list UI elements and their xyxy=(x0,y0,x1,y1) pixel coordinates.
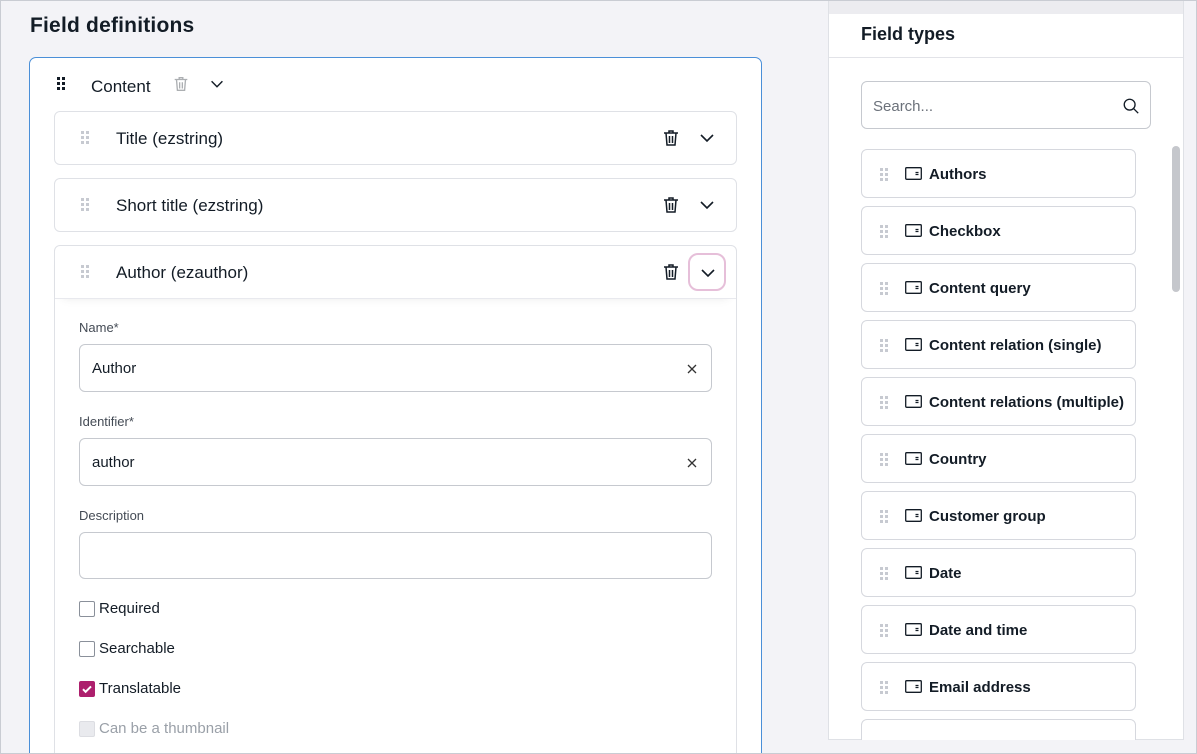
field-type-list[interactable]: Authors Checkbox Content query Content r… xyxy=(861,149,1137,740)
field-type-label: Country xyxy=(929,451,987,468)
search-field[interactable] xyxy=(861,81,1151,129)
field-type-item[interactable]: Email address xyxy=(861,662,1136,711)
field-type-item[interactable]: Checkbox xyxy=(861,206,1136,255)
field-row-title: Title (ezstring) xyxy=(54,111,737,165)
field-type-item[interactable]: Date xyxy=(861,548,1136,597)
scrollbar-thumb[interactable] xyxy=(1172,146,1180,292)
drag-handle-icon[interactable] xyxy=(880,339,890,353)
field-type-icon xyxy=(905,509,922,522)
required-checkbox[interactable] xyxy=(79,601,95,617)
field-type-label: Checkbox xyxy=(929,223,1001,240)
chevron-down-icon[interactable] xyxy=(688,253,726,291)
drag-handle-icon[interactable] xyxy=(880,282,890,296)
field-type-icon xyxy=(905,281,922,294)
drag-handle-icon[interactable] xyxy=(880,396,890,410)
translatable-checkbox[interactable] xyxy=(79,681,95,697)
field-type-icon xyxy=(905,452,922,465)
searchable-checkbox[interactable] xyxy=(79,641,95,657)
search-icon[interactable] xyxy=(1122,97,1140,115)
field-type-icon xyxy=(905,338,922,351)
panel-title: Field types xyxy=(861,24,956,44)
drag-handle-icon[interactable] xyxy=(880,624,890,638)
page-title: Field definitions xyxy=(30,14,195,37)
field-type-item[interactable]: Authors xyxy=(861,149,1136,198)
field-row-header[interactable]: Short title (ezstring) xyxy=(55,179,736,232)
drag-handle-icon[interactable] xyxy=(81,198,91,212)
clear-name-icon[interactable] xyxy=(685,362,699,376)
search-input[interactable] xyxy=(873,95,1113,117)
trash-icon[interactable] xyxy=(661,262,681,282)
clear-identifier-icon[interactable] xyxy=(685,456,699,470)
drag-handle-icon[interactable] xyxy=(880,453,890,467)
name-label: Name* xyxy=(79,320,119,335)
field-type-item[interactable]: Date and time xyxy=(861,605,1136,654)
chevron-down-icon[interactable] xyxy=(697,128,717,148)
field-type-item[interactable]: Customer group xyxy=(861,491,1136,540)
field-type-icon xyxy=(905,566,922,579)
searchable-label: Searchable xyxy=(99,640,175,657)
field-name: Short title (ezstring) xyxy=(116,196,264,215)
drag-handle-icon[interactable] xyxy=(880,681,890,695)
drag-handle-icon[interactable] xyxy=(880,225,890,239)
translatable-label: Translatable xyxy=(99,680,181,697)
field-row-author: Author (ezauthor) Name* Author Identifie… xyxy=(54,245,737,754)
identifier-label: Identifier* xyxy=(79,414,134,429)
field-type-item-partial[interactable] xyxy=(861,719,1136,740)
name-input-value: Author xyxy=(92,360,137,377)
field-type-label: Date xyxy=(929,565,962,582)
field-type-icon xyxy=(905,224,922,237)
identifier-input[interactable]: author xyxy=(79,438,712,486)
drag-handle-icon[interactable] xyxy=(880,510,890,524)
chevron-down-icon[interactable] xyxy=(697,195,717,215)
field-name: Title (ezstring) xyxy=(116,129,224,148)
field-types-panel: Field types Authors Checkbox Content que… xyxy=(828,0,1184,740)
field-row-short-title: Short title (ezstring) xyxy=(54,178,737,232)
drag-handle-icon[interactable] xyxy=(880,567,890,581)
identifier-input-value: author xyxy=(92,454,135,471)
panel-divider xyxy=(829,57,1183,58)
field-type-icon xyxy=(905,680,922,693)
drag-handle-icon[interactable] xyxy=(81,265,91,279)
trash-icon[interactable] xyxy=(661,128,681,148)
name-input[interactable]: Author xyxy=(79,344,712,392)
field-name: Author (ezauthor) xyxy=(116,263,249,282)
field-type-item[interactable]: Content relations (multiple) xyxy=(861,377,1136,426)
field-type-label: Customer group xyxy=(929,508,1046,525)
field-definitions-area: Field definitions Content Title (ezstrin… xyxy=(0,0,796,754)
field-type-item[interactable]: Content query xyxy=(861,263,1136,312)
description-label: Description xyxy=(79,508,145,523)
description-input[interactable] xyxy=(79,532,712,579)
field-type-label: Email address xyxy=(929,679,1031,696)
drag-handle-icon[interactable] xyxy=(880,168,890,182)
group-trash-icon[interactable] xyxy=(172,75,190,93)
field-group-label: Content xyxy=(91,77,151,96)
group-drag-handle-icon[interactable] xyxy=(57,77,67,91)
field-group-header: Content xyxy=(30,58,761,112)
thumbnail-label: Can be a thumbnail xyxy=(99,720,230,737)
field-type-item[interactable]: Country xyxy=(861,434,1136,483)
thumbnail-checkbox xyxy=(79,721,95,737)
field-row-header[interactable]: Title (ezstring) xyxy=(55,112,736,165)
drag-handle-icon[interactable] xyxy=(81,131,91,145)
trash-icon[interactable] xyxy=(661,195,681,215)
field-row-header[interactable]: Author (ezauthor) xyxy=(55,246,736,299)
field-type-label: Content relations (multiple) xyxy=(929,394,1124,411)
required-label: Required xyxy=(99,600,160,617)
field-group-card: Content Title (ezstring) Short title (ez… xyxy=(29,57,762,754)
field-type-item[interactable]: Content relation (single) xyxy=(861,320,1136,369)
field-type-icon xyxy=(905,395,922,408)
field-type-label: Authors xyxy=(929,166,987,183)
checkmark-icon xyxy=(82,685,92,694)
field-type-label: Date and time xyxy=(929,622,1028,639)
group-chevron-down-icon[interactable] xyxy=(208,75,226,93)
field-type-icon xyxy=(905,623,922,636)
panel-top-strip xyxy=(829,0,1183,14)
field-type-icon xyxy=(905,167,922,180)
field-type-label: Content relation (single) xyxy=(929,337,1102,354)
field-type-label: Content query xyxy=(929,280,1031,297)
